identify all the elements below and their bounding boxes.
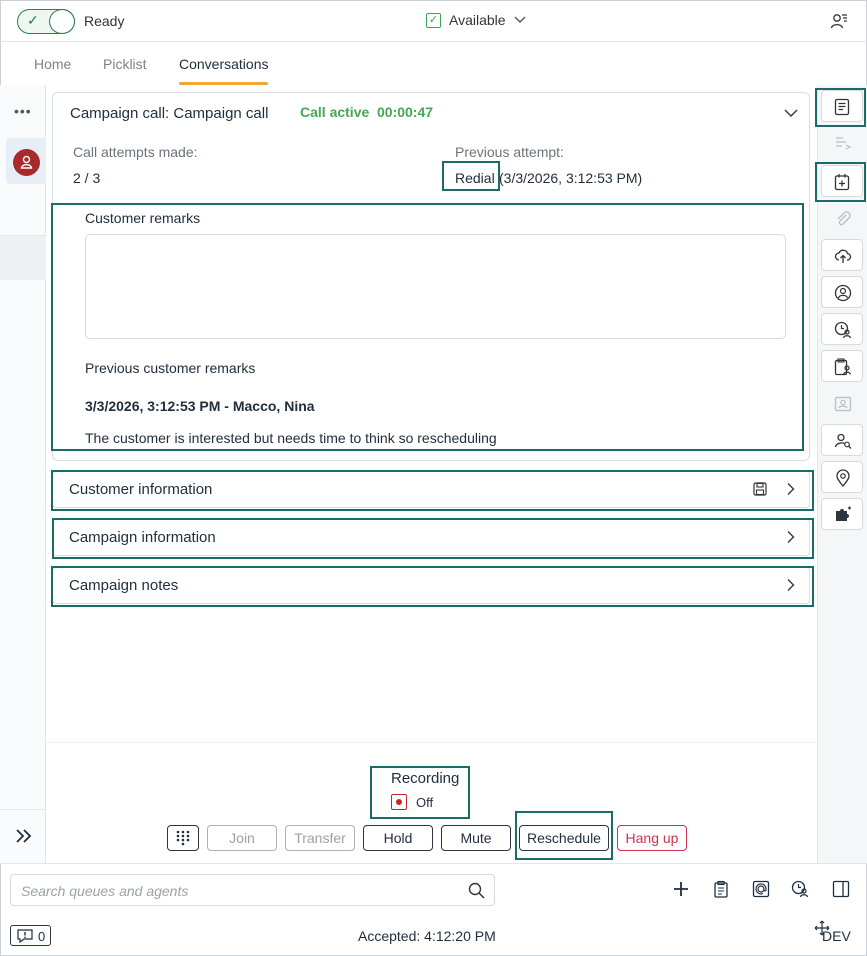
collapse-chevron-icon[interactable]: [783, 105, 799, 121]
check-icon: ✓: [27, 12, 39, 28]
alert-icon: [17, 929, 33, 943]
search-icon[interactable]: [468, 882, 485, 899]
previous-attempt-label: Previous attempt:: [455, 144, 564, 160]
checkbox-icon: ✓: [426, 12, 441, 28]
agent-settings-icon[interactable]: [830, 12, 848, 30]
contact-card-button[interactable]: [821, 387, 863, 419]
tab-picklist[interactable]: Picklist: [103, 56, 147, 72]
contact-search-icon: [834, 433, 852, 449]
join-button[interactable]: Join: [207, 825, 277, 851]
upload-button[interactable]: [821, 239, 863, 271]
availability-dropdown[interactable]: ✓ Available: [426, 12, 526, 28]
record-toggle-icon[interactable]: [391, 794, 407, 810]
contact-history-icon[interactable]: [791, 880, 809, 898]
footer-divider: [0, 863, 867, 864]
clipboard-contact-icon: [834, 358, 852, 376]
script-highlight: [815, 88, 866, 127]
clipboard-icon[interactable]: [712, 880, 730, 898]
notifications-badge[interactable]: 0: [10, 925, 51, 946]
top-bar: ✓ Ready ✓ Available: [0, 0, 867, 42]
previous-attempt-time: (3/3/2026, 3:12:53 PM): [499, 170, 643, 186]
clipboard-contact-button[interactable]: [821, 350, 863, 382]
contact-card-icon: [834, 396, 852, 412]
more-options-icon[interactable]: •••: [14, 103, 32, 119]
recording-state: Off: [416, 795, 434, 810]
previous-remark-header: 3/3/2026, 3:12:53 PM - Macco, Nina: [85, 398, 315, 414]
toggle-knob: [49, 9, 75, 34]
add-icon[interactable]: [672, 880, 690, 898]
contact-button[interactable]: [821, 276, 863, 308]
tab-conversations[interactable]: Conversations: [179, 56, 269, 72]
environment-label: DEV: [822, 928, 851, 944]
queue-agent-search[interactable]: Search queues and agents: [10, 874, 495, 906]
recording-title: Recording: [391, 770, 460, 787]
customer-remarks-input[interactable]: [85, 234, 786, 339]
person-icon: [20, 155, 33, 169]
chevron-down-icon: [514, 16, 526, 23]
conversation-rail: •••: [0, 85, 46, 863]
availability-label: Available: [449, 12, 506, 28]
call-timer: 00:00:47: [377, 104, 434, 120]
call-title: Campaign call: Campaign call: [70, 105, 269, 122]
transcript-icon: [836, 137, 852, 150]
campaign-notes-highlight: [51, 566, 814, 607]
attempts-label: Call attempts made:: [73, 144, 198, 160]
redial-highlight: [442, 161, 500, 191]
cloud-upload-icon: [834, 249, 852, 263]
previous-remarks-title: Previous customer remarks: [85, 360, 256, 376]
active-tab-indicator: [179, 82, 268, 85]
notification-count: 0: [38, 929, 46, 944]
puzzle-icon: [836, 506, 851, 521]
transfer-button[interactable]: Transfer: [285, 825, 355, 851]
contact-history-icon: [834, 321, 852, 339]
reschedule-highlight: [515, 811, 613, 860]
schedule-highlight: [815, 162, 866, 202]
customer-info-highlight: [51, 470, 814, 511]
expand-rail-icon[interactable]: [15, 828, 33, 844]
search-placeholder: Search queues and agents: [21, 883, 189, 899]
conversation-item[interactable]: [0, 236, 46, 280]
tab-bar: Home Picklist Conversations: [0, 42, 867, 85]
rail-divider: [0, 809, 46, 810]
ready-toggle[interactable]: ✓: [17, 9, 75, 34]
attachment-icon: [837, 211, 851, 226]
mute-button[interactable]: Mute: [441, 825, 511, 851]
integration-button[interactable]: [821, 498, 863, 530]
controls-divider: [46, 742, 817, 743]
keypad-icon: [176, 830, 190, 846]
hang-up-button[interactable]: Hang up: [617, 825, 687, 851]
contact-search-button[interactable]: [821, 424, 863, 456]
customer-remarks-title: Customer remarks: [85, 210, 201, 226]
location-icon: [836, 469, 850, 487]
previous-remark-text: The customer is interested but needs tim…: [85, 430, 497, 446]
panel-toggle-icon[interactable]: [832, 880, 850, 898]
attempts-value: 2 / 3: [73, 170, 101, 186]
accepted-time: Accepted: 4:12:20 PM: [358, 928, 496, 944]
call-status: Call active: [300, 104, 370, 120]
location-button[interactable]: [821, 461, 863, 493]
keypad-button[interactable]: [167, 825, 199, 851]
campaign-info-highlight: [52, 518, 814, 559]
ready-label: Ready: [84, 13, 125, 29]
contact-icon: [834, 284, 852, 302]
transcript-button[interactable]: [821, 127, 863, 159]
contact-history-button[interactable]: [821, 313, 863, 345]
email-contact-icon[interactable]: [752, 880, 770, 898]
hold-button[interactable]: Hold: [363, 825, 433, 851]
contact-avatar: [13, 149, 40, 176]
tab-home[interactable]: Home: [34, 56, 71, 72]
attachment-button[interactable]: [821, 202, 863, 234]
